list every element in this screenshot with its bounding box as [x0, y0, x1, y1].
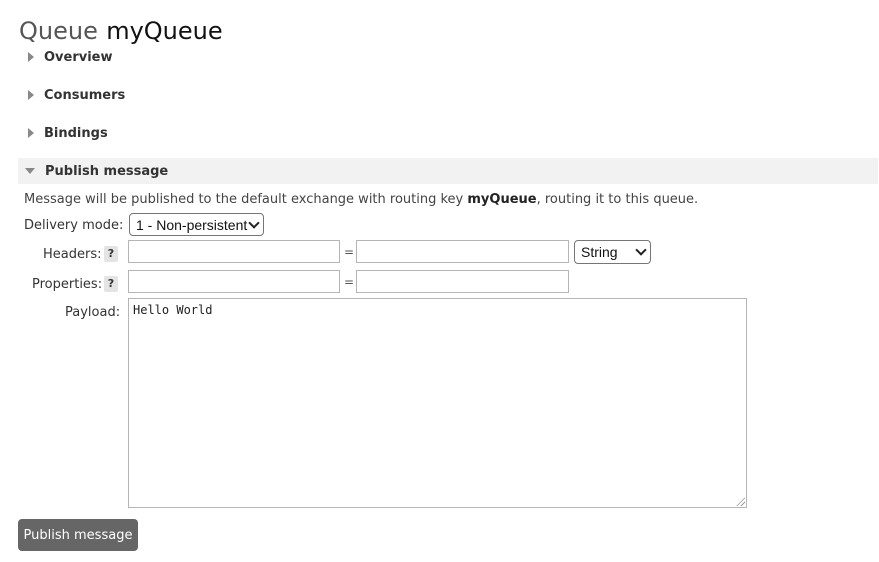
section-bindings-label: Bindings	[44, 125, 108, 141]
section-overview-toggle[interactable]: Overview	[18, 44, 878, 70]
publish-message-button[interactable]: Publish message	[18, 519, 138, 551]
resize-grip-icon[interactable]	[736, 497, 745, 506]
section-bindings-toggle[interactable]: Bindings	[18, 120, 878, 146]
payload-textarea[interactable]: Hello World	[128, 298, 747, 508]
delivery-mode-value: 1 - Non-persistent	[136, 216, 248, 233]
section-consumers-toggle[interactable]: Consumers	[18, 82, 878, 108]
properties-label: Properties:	[32, 277, 103, 292]
properties-help-icon[interactable]: ?	[104, 276, 118, 292]
property-value-input[interactable]	[356, 270, 569, 293]
triangle-right-icon	[28, 128, 34, 138]
header-equals: =	[344, 245, 355, 259]
triangle-right-icon	[28, 90, 34, 100]
publish-note-routing-key: myQueue	[467, 192, 537, 207]
header-type-select[interactable]: String	[574, 240, 651, 264]
property-equals: =	[344, 275, 355, 289]
section-overview-label: Overview	[44, 49, 113, 65]
headers-label: Headers:	[43, 247, 102, 262]
section-consumers-label: Consumers	[44, 87, 126, 103]
header-key-input[interactable]	[128, 240, 340, 263]
page-title: Queue myQueue	[19, 14, 223, 48]
property-key-input[interactable]	[128, 270, 340, 293]
publish-note-prefix: Message will be published to the default…	[24, 192, 468, 207]
header-value-input[interactable]	[356, 240, 569, 263]
triangle-right-icon	[28, 52, 34, 62]
publish-note: Message will be published to the default…	[24, 191, 698, 208]
page-title-prefix: Queue	[19, 17, 98, 45]
delivery-mode-label: Delivery mode:	[24, 218, 124, 233]
chevron-down-icon	[635, 244, 647, 256]
header-type-value: String	[581, 244, 618, 260]
publish-note-suffix: , routing it to this queue.	[536, 192, 699, 207]
section-publish-toggle[interactable]: Publish message	[18, 158, 878, 184]
queue-name: myQueue	[106, 17, 223, 45]
chevron-down-icon	[248, 216, 260, 229]
triangle-down-icon	[25, 168, 35, 174]
headers-help-icon[interactable]: ?	[104, 246, 118, 262]
section-publish-label: Publish message	[45, 163, 169, 179]
payload-label: Payload:	[65, 305, 121, 320]
delivery-mode-select[interactable]: 1 - Non-persistent	[129, 213, 264, 236]
